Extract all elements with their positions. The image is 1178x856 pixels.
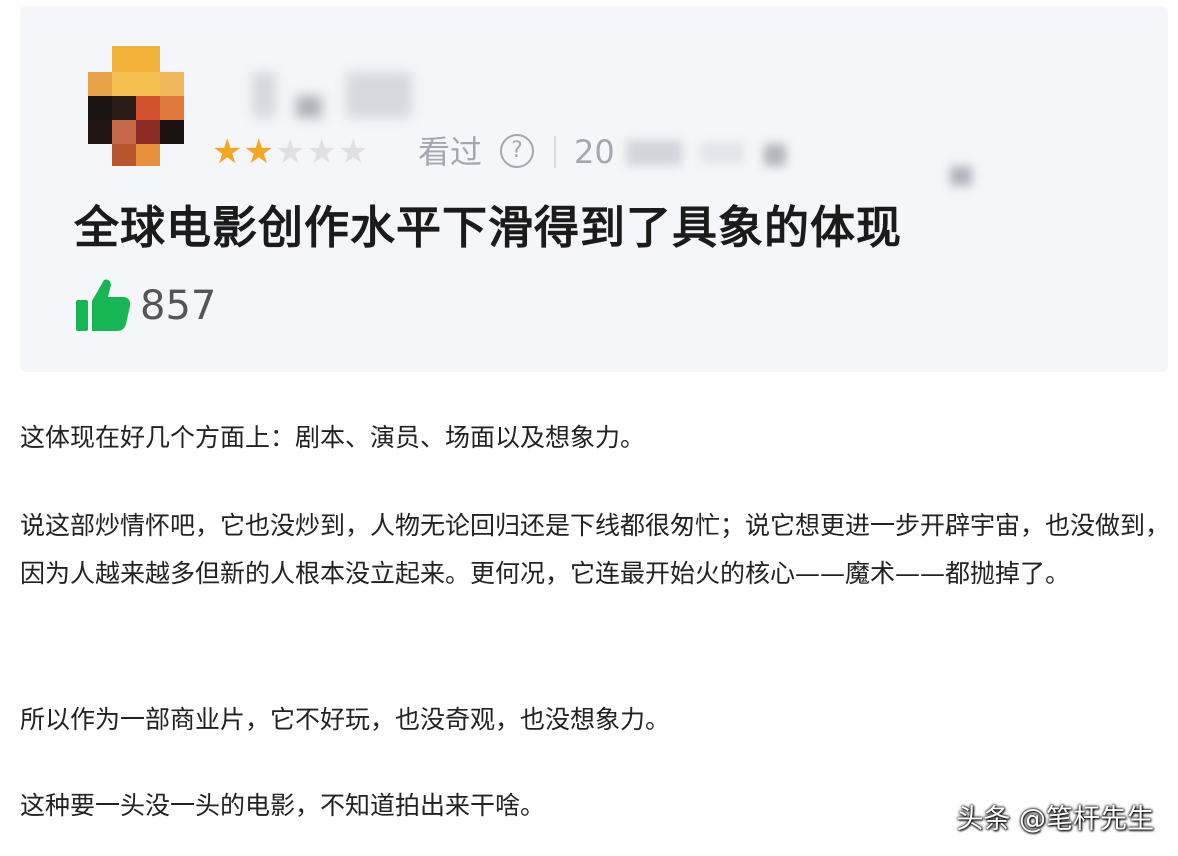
username-blurred-2 bbox=[296, 96, 322, 118]
paragraph: 这体现在好几个方面上：剧本、演员、场面以及想象力。 bbox=[20, 423, 646, 452]
paragraph: 说这部炒情怀吧，它也没炒到，人物无论回归还是下线都很匆忙；说它想更进一步开辟宇宙… bbox=[20, 511, 1171, 588]
star-rating: ★ ★ ★ ★ ★ bbox=[212, 128, 369, 176]
star-icon: ★ bbox=[337, 132, 369, 172]
star-icon: ★ bbox=[243, 132, 274, 172]
paragraph: 所以作为一部商业片，它不好玩，也没奇观，也没想象力。 bbox=[20, 705, 671, 734]
star-icon: ★ bbox=[274, 132, 306, 172]
star-icon: ★ bbox=[306, 132, 337, 172]
review-title: 全球电影创作水平下滑得到了具象的体现 bbox=[74, 201, 903, 254]
help-circle-icon[interactable]: ? bbox=[500, 134, 534, 168]
watermark: 头条 @笔杆先生 bbox=[956, 804, 1154, 835]
username-blurred[interactable] bbox=[252, 72, 276, 118]
date-blurred-2 bbox=[700, 142, 744, 164]
thumbs-up-icon[interactable] bbox=[74, 276, 132, 334]
date-blurred-3 bbox=[764, 144, 786, 166]
avatar[interactable] bbox=[88, 46, 184, 166]
watched-label: 看过 bbox=[418, 133, 483, 171]
like-count: 857 bbox=[140, 283, 217, 329]
date-blurred bbox=[626, 140, 682, 166]
username-blurred-3 bbox=[346, 72, 412, 118]
divider bbox=[554, 136, 556, 168]
date-blurred-4 bbox=[950, 166, 972, 186]
star-icon: ★ bbox=[212, 132, 243, 172]
review-date: 20 bbox=[574, 133, 615, 171]
